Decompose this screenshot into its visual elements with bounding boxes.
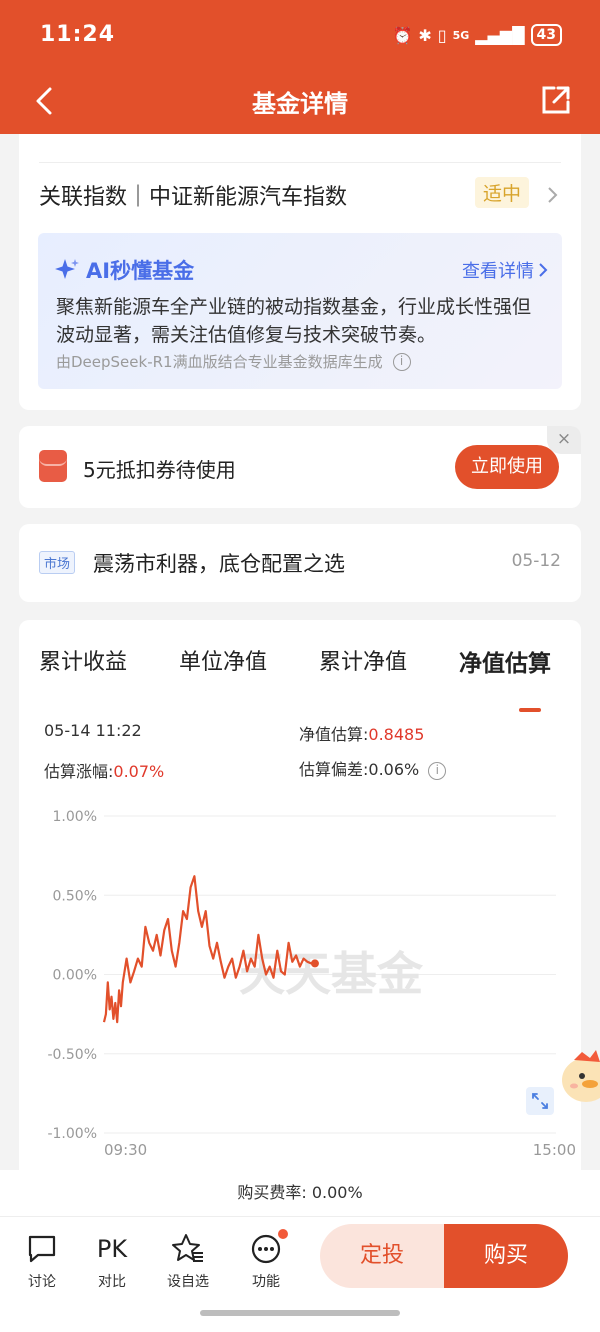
estimate-change-label: 估算涨幅: — [44, 762, 114, 781]
market-headline: 震荡市利器，底仓配置之选 — [93, 552, 345, 576]
add-favorite-label: 设自选 — [167, 1274, 209, 1290]
alarm-icon: ⏰ — [392, 25, 413, 45]
related-index-row[interactable]: 关联指数｜中证新能源汽车指数 适中 — [39, 162, 561, 222]
notification-dot — [276, 1227, 290, 1241]
x-tick-label: 15:00 — [533, 1141, 576, 1159]
info-icon[interactable]: i — [428, 761, 447, 780]
y-tick-label: 0.50% — [53, 888, 97, 904]
coupon-text: 5元抵扣券待使用 — [83, 458, 236, 482]
more-functions-label: 功能 — [252, 1274, 280, 1290]
vibrate-icon: ▯ — [437, 25, 447, 45]
y-tick-label: 0.00% — [53, 968, 97, 984]
y-tick-label: -0.50% — [47, 1047, 97, 1063]
share-icon[interactable] — [538, 82, 574, 118]
home-indicator[interactable] — [200, 1310, 400, 1316]
status-icons: ⏰ ✱ ▯ 5G ▂▄▆█ 43 — [392, 24, 562, 46]
ai-source-text: 由DeepSeek-R1满血版结合专业基金数据库生成 — [56, 353, 383, 371]
chevron-right-icon — [539, 263, 548, 277]
bluetooth-icon: ✱ — [418, 25, 432, 45]
auto-invest-button[interactable]: 定投 — [320, 1224, 444, 1288]
compare-label: 对比 — [98, 1274, 126, 1290]
battery-icon: 43 — [530, 24, 562, 46]
ai-source-note: 由DeepSeek-R1满血版结合专业基金数据库生成 i — [56, 351, 411, 372]
nav-estimate-value: 0.8485 — [368, 725, 425, 744]
chart-tabs: 累计收益 单位净值 累计净值 净值估算 — [39, 644, 561, 712]
x-tick-label: 09:30 — [104, 1141, 147, 1159]
expand-icon[interactable] — [526, 1087, 554, 1115]
nav-bar: 基金详情 — [0, 72, 600, 134]
x-axis-labels: 09:30 15:00 — [104, 1141, 576, 1159]
estimate-deviation: 估算偏差:0.06% i — [299, 756, 447, 780]
y-tick-label: 1.00% — [53, 809, 97, 825]
signal-icon: ▂▄▆█ — [475, 25, 525, 45]
ai-summary-text: 聚焦新能源车全产业链的被动指数基金，行业成长性强但波动显著，需关注估值修复与技术… — [56, 296, 532, 346]
nav-estimate-label: 净值估算: — [299, 725, 369, 744]
coupon-card: 5元抵扣券待使用 立即使用 × — [19, 426, 581, 508]
tab-nav-estimate[interactable]: 净值估算 — [459, 644, 551, 678]
ai-detail-link[interactable]: 查看详情 — [462, 257, 548, 283]
chat-icon — [28, 1235, 56, 1263]
ai-title-text: AI秒懂基金 — [86, 259, 195, 283]
related-index-label: 关联指数｜中证新能源汽车指数 — [39, 185, 348, 210]
purchase-fee: 购买费率: 0.00% — [0, 1170, 600, 1216]
star-icon — [172, 1234, 203, 1262]
estimate-datetime: 05-14 11:22 — [44, 721, 142, 740]
buy-button[interactable]: 购买 — [444, 1224, 568, 1288]
chevron-right-icon — [548, 187, 558, 203]
pk-icon: PK — [96, 1235, 128, 1263]
add-favorite-button[interactable]: 设自选 — [158, 1229, 218, 1291]
y-tick-label: -1.00% — [47, 1126, 97, 1142]
risk-badge: 适中 — [474, 177, 529, 208]
sparkle-icon — [55, 259, 79, 279]
close-icon[interactable]: × — [547, 426, 581, 454]
ai-detail-label: 查看详情 — [462, 261, 534, 282]
nav-estimate-chart[interactable]: 1.00%0.50%0.00%-0.50%-1.00% 天天基金 09:30 15… — [19, 790, 581, 1180]
network-label: 5G — [452, 28, 470, 42]
purchase-buttons: 定投 购买 — [320, 1224, 568, 1288]
estimate-change: 估算涨幅:0.07% — [44, 758, 164, 782]
estimate-change-value: 0.07% — [113, 762, 165, 781]
market-date: 05-12 — [511, 551, 561, 571]
estimate-deviation-label: 估算偏差: — [299, 760, 369, 779]
info-icon[interactable]: i — [392, 352, 411, 371]
nav-estimate: 净值估算:0.8485 — [299, 721, 424, 745]
discuss-button[interactable]: 讨论 — [12, 1229, 72, 1291]
latest-point — [310, 959, 319, 968]
y-axis-labels: 1.00% 0.50% 0.00% -0.50% -1.00% — [47, 809, 97, 1142]
market-tag: 市场 — [39, 551, 76, 574]
page-title: 基金详情 — [252, 90, 348, 118]
use-coupon-button[interactable]: 立即使用 — [455, 445, 559, 489]
mascot-icon[interactable] — [560, 1046, 600, 1108]
tab-unit-nav[interactable]: 单位净值 — [179, 644, 267, 676]
compare-button[interactable]: PK 对比 — [82, 1229, 142, 1291]
chart-card: 累计收益 单位净值 累计净值 净值估算 05-14 11:22 净值估算:0.8… — [19, 620, 581, 1180]
more-functions-button[interactable]: 功能 — [236, 1227, 296, 1291]
ai-title: AI秒懂基金 — [54, 255, 194, 285]
active-tab-indicator — [519, 708, 541, 712]
index-card: 关联指数｜中证新能源汽车指数 适中 AI秒懂基金 查看详情 聚焦新能源车全产业链… — [19, 134, 581, 410]
status-bar: 11:24 ⏰ ✱ ▯ 5G ▂▄▆█ 43 — [0, 0, 600, 72]
estimate-deviation-value: 0.06% — [368, 760, 420, 779]
tab-cumulative-nav[interactable]: 累计净值 — [319, 644, 407, 676]
status-time: 11:24 — [40, 22, 116, 47]
ai-summary-box: AI秒懂基金 查看详情 聚焦新能源车全产业链的被动指数基金，行业成长性强但波动显… — [38, 233, 562, 389]
market-card[interactable]: 市场 震荡市利器，底仓配置之选 05-12 — [19, 524, 581, 602]
tab-cumulative-return[interactable]: 累计收益 — [39, 644, 127, 676]
discuss-label: 讨论 — [28, 1274, 56, 1290]
red-envelope-icon — [39, 450, 67, 482]
